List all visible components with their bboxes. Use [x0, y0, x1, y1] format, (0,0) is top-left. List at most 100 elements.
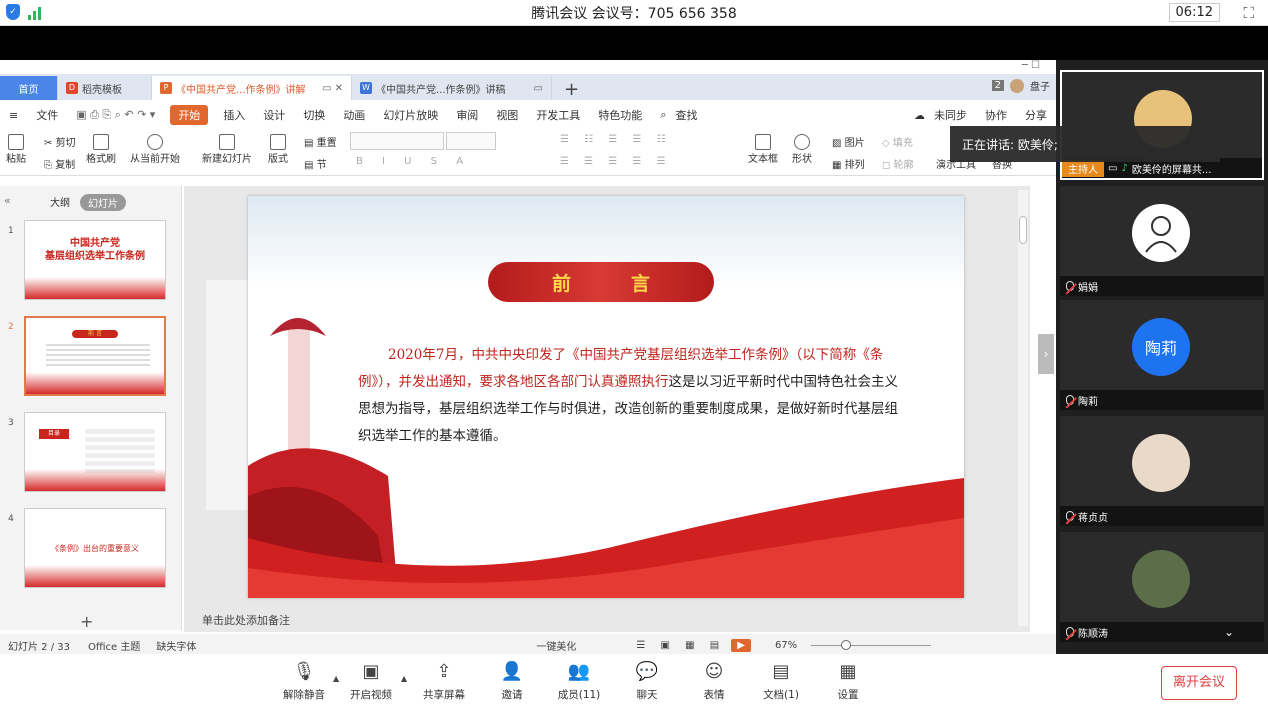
slide-thumb-2[interactable]: 前 言 — [24, 316, 166, 396]
tab-slides[interactable]: 幻灯片 — [80, 194, 126, 211]
zoom-level[interactable]: 67% — [751, 640, 797, 651]
menu-file[interactable]: 文件 — [27, 107, 67, 123]
tab-count[interactable]: 2 — [991, 80, 1004, 91]
from-current-button[interactable]: 从当前开始 — [130, 134, 180, 165]
menu-design[interactable]: 设计 — [254, 107, 294, 123]
share-screen-button[interactable]: ⇪ 共享屏幕 — [414, 658, 474, 702]
quick-access-icons[interactable]: ▣ ⎙ ⎘ ⌕ ↶ ↷ ▾ — [67, 108, 164, 122]
menu-slideshow[interactable]: 幻灯片放映 — [374, 107, 447, 123]
hamburger-icon[interactable]: ≡ — [0, 109, 27, 122]
menu-animation[interactable]: 动画 — [334, 107, 374, 123]
avatar: 陶莉 — [1132, 318, 1190, 376]
font-style-icons[interactable]: B I U S A — [356, 156, 471, 167]
arrange-button[interactable]: ▦ 排列 — [832, 156, 865, 171]
participant-tile[interactable]: 陈顺涛 ⌄ — [1060, 532, 1264, 642]
start-video-button[interactable]: ▣ 开启视频 — [341, 658, 401, 702]
status-bar: 幻灯片 2 / 33 Office 主题 缺失字体 一键美化 ☰ ▣ ▦ ▤ ▶… — [0, 634, 1056, 656]
beautify-button[interactable]: 一键美化 — [196, 638, 576, 653]
settings-button[interactable]: ▦ 设置 — [818, 658, 878, 702]
fill-button[interactable]: ◇ 填充 — [882, 134, 913, 149]
textbox-button[interactable]: 文本框 — [748, 134, 778, 165]
font-size-select[interactable] — [446, 132, 496, 150]
participant-tile[interactable]: 陶莉 陶莉 — [1060, 300, 1264, 410]
reactions-button[interactable]: ☺ 表情 — [684, 658, 744, 702]
fullscreen-icon[interactable]: ⛶ — [1243, 4, 1254, 22]
close-icon[interactable]: ▭ ✕ — [322, 83, 343, 94]
vertical-scrollbar[interactable] — [1018, 190, 1028, 626]
paste-button[interactable]: 粘贴 — [6, 134, 26, 165]
tab-home[interactable]: 首页 — [0, 76, 58, 100]
font-name-select[interactable] — [350, 132, 444, 150]
user-name[interactable]: 盘子 — [1030, 78, 1050, 93]
new-tab-button[interactable]: + — [552, 79, 591, 100]
menu-review[interactable]: 审阅 — [447, 107, 487, 123]
collab-button[interactable]: 协作 — [976, 107, 1016, 123]
scroll-thumb[interactable] — [1019, 216, 1027, 244]
menu-developer[interactable]: 开发工具 — [527, 107, 589, 123]
thumb-decoration — [25, 277, 165, 299]
sync-status[interactable]: 未同步 — [934, 107, 976, 123]
menu-transition[interactable]: 切换 — [294, 107, 334, 123]
invite-button[interactable]: 👤 邀请 — [482, 658, 542, 702]
align-icons[interactable]: ☰ ☰ ☰ ☰ ☰ — [560, 156, 672, 167]
participant-tile[interactable]: 蒋贞贞 — [1060, 416, 1264, 526]
slide-thumb-4[interactable]: 《条例》出台的重要意义 — [24, 508, 166, 588]
mic-muted-icon — [1066, 627, 1074, 637]
members-button[interactable]: 👥 成员(11) — [549, 658, 609, 702]
participant-tile[interactable]: 娟娟 — [1060, 186, 1264, 296]
zoom-slider[interactable] — [811, 639, 932, 650]
zoom-knob[interactable] — [841, 639, 852, 650]
chat-button[interactable]: 💬 聊天 — [617, 658, 677, 702]
side-expand-button[interactable]: › — [1038, 334, 1054, 374]
paragraph-icons[interactable]: ☰ ☷ ☰ ☰ ☷ — [560, 134, 672, 145]
red-wave-decoration — [248, 478, 964, 598]
layout-button[interactable]: 版式 — [268, 134, 288, 165]
tab-docer[interactable]: D 稻壳模板 — [58, 76, 152, 100]
theme-name[interactable]: Office 主题 — [70, 638, 140, 653]
menu-bar: ≡ 文件 ▣ ⎙ ⎘ ⌕ ↶ ↷ ▾ 开始 插入 设计 切换 动画 幻灯片放映 … — [0, 104, 1056, 126]
menu-find[interactable]: 查找 — [675, 107, 706, 123]
leave-meeting-button[interactable]: 离开会议 — [1161, 666, 1237, 700]
tab-presentation[interactable]: P 《中国共产党...作条例》讲解 ▭ ✕ — [152, 76, 352, 100]
reset-button[interactable]: ▤ 重置 — [304, 134, 337, 149]
shield-icon[interactable]: ✓ — [6, 4, 20, 20]
cut-button[interactable]: ✂ 剪切 — [44, 134, 76, 149]
outline-button[interactable]: ◻ 轮廓 — [882, 156, 913, 171]
view-icons[interactable]: ☰ ▣ ▦ ▤ — [576, 640, 725, 651]
avatar[interactable] — [1010, 78, 1024, 93]
add-slide-button[interactable]: + — [80, 612, 93, 631]
missing-font[interactable]: 缺失字体 — [140, 638, 196, 653]
new-slide-button[interactable]: 新建幻灯片 — [202, 134, 252, 165]
participant-tile[interactable]: 主持人 ▭ ♪ 欧美伶的屏幕共... — [1060, 70, 1264, 180]
thumb-title: 《条例》出台的重要意义 — [51, 544, 139, 553]
section-button[interactable]: ▤ 节 — [304, 156, 327, 171]
picture-button[interactable]: ▨ 图片 — [832, 134, 865, 149]
chevron-up-icon[interactable]: ▲ — [333, 674, 339, 683]
menu-start[interactable]: 开始 — [170, 105, 209, 125]
signal-icon[interactable] — [28, 4, 41, 20]
window-controls[interactable]: ─ ☐ — [1022, 60, 1040, 71]
play-button[interactable]: ▶ — [731, 638, 751, 652]
chevron-up-icon[interactable]: ▲ — [401, 674, 407, 683]
documents-button[interactable]: ▤ 文档(1) — [751, 658, 811, 702]
chevron-down-icon[interactable]: ⌄ — [1224, 625, 1234, 639]
search-icon[interactable]: ⌕ — [651, 108, 675, 122]
copy-button[interactable]: ⎘ 复制 — [44, 156, 75, 171]
menu-features[interactable]: 特色功能 — [589, 107, 651, 123]
unmute-button[interactable]: 🎙 解除静音 — [274, 658, 334, 702]
tab-outline[interactable]: 大纲 — [50, 194, 70, 211]
notes-area[interactable]: 单击此处添加备注 — [184, 612, 1030, 630]
slide-thumb-3[interactable]: 目录 — [24, 412, 166, 492]
tab-document[interactable]: W 《中国共产党...作条例》讲稿 ▭ — [352, 76, 552, 100]
menu-insert[interactable]: 插入 — [214, 107, 254, 123]
share-button[interactable]: 分享 — [1016, 107, 1056, 123]
format-painter-button[interactable]: 格式刷 — [86, 134, 116, 165]
menu-view[interactable]: 视图 — [487, 107, 527, 123]
collapse-icon[interactable]: « — [4, 194, 11, 207]
monitor-icon[interactable]: ▭ — [534, 83, 543, 94]
current-slide[interactable]: 前言 2020年7月，中共中央印发了《中国共产党基层组织选举工作条例》（以下简称… — [248, 196, 964, 598]
cloud-icon[interactable]: ☁ — [905, 109, 934, 122]
chat-icon: 💬 — [635, 660, 659, 682]
shape-button[interactable]: 形状 — [792, 134, 812, 165]
slide-thumb-1[interactable]: 中国共产党 基层组织选举工作条例 — [24, 220, 166, 300]
